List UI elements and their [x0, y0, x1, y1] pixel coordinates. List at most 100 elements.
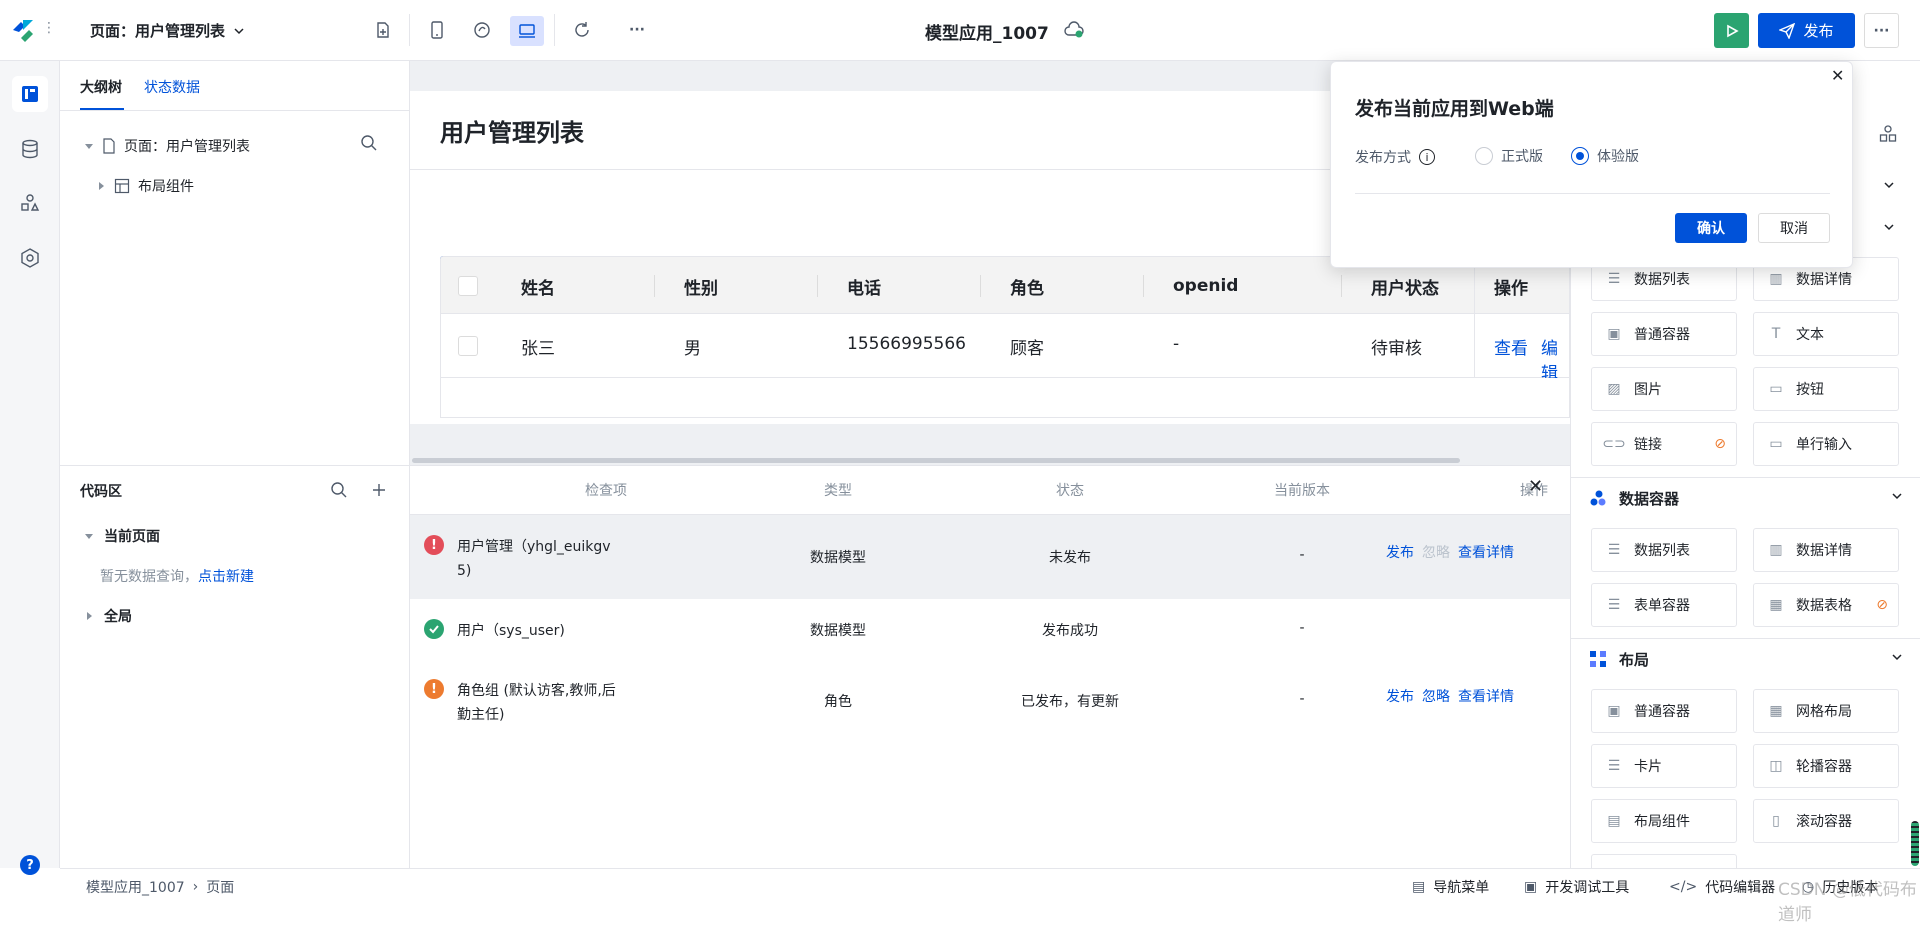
- unsupported-icon: ⊘: [1714, 436, 1726, 452]
- component-carousel[interactable]: ◫ 轮播容器: [1753, 744, 1899, 788]
- close-icon[interactable]: ✕: [1528, 476, 1543, 497]
- column-header[interactable]: 姓名: [521, 257, 555, 315]
- outline-panel-icon[interactable]: [12, 76, 48, 112]
- row-checkbox[interactable]: [458, 336, 478, 356]
- search-icon[interactable]: [330, 481, 348, 503]
- select-all-checkbox[interactable]: [458, 276, 478, 296]
- publish-check-panel: 检查项 类型 状态 当前版本 操作 ✕ ! 用户管理（yhgl_euikgv 5…: [410, 465, 1570, 868]
- component-form-container[interactable]: ☰ 表单容器: [1591, 583, 1737, 627]
- section-layout[interactable]: 布局: [1589, 644, 1909, 674]
- page-selector[interactable]: 页面：用户管理列表: [90, 20, 245, 41]
- horizontal-scrollbar[interactable]: [412, 458, 1460, 463]
- empty-hint-text: 暂无数据查询，: [100, 569, 198, 585]
- column-header[interactable]: openid: [1173, 257, 1238, 315]
- layout-section-icon: [1590, 651, 1606, 667]
- chevron-down-icon[interactable]: [1883, 221, 1895, 237]
- edit-link[interactable]: 编辑: [1541, 334, 1569, 384]
- component-button[interactable]: ▭ 按钮: [1753, 367, 1899, 411]
- radio-trial[interactable]: 体验版: [1571, 146, 1639, 166]
- debug-tool[interactable]: ▣ 开发调试工具: [1524, 877, 1629, 897]
- tree-node-page[interactable]: 页面：用户管理列表: [84, 136, 250, 156]
- components-icon[interactable]: [1879, 125, 1897, 147]
- component-container[interactable]: ▣ 普通容器: [1591, 312, 1737, 356]
- add-icon[interactable]: [370, 481, 388, 503]
- search-icon[interactable]: [360, 134, 378, 156]
- publish-button[interactable]: 发布: [1758, 13, 1855, 48]
- app-logo-icon[interactable]: [10, 17, 36, 43]
- input-icon: ▭: [1769, 436, 1783, 452]
- component-more[interactable]: [1591, 854, 1737, 868]
- nav-menu-tool[interactable]: ▤ 导航菜单: [1412, 877, 1489, 897]
- ignore-link[interactable]: 忽略: [1422, 542, 1450, 562]
- run-preview-button[interactable]: [1714, 13, 1749, 48]
- more-tools-icon[interactable]: ···: [625, 18, 649, 42]
- component-data-table[interactable]: ▦ 数据表格 ⊘: [1753, 583, 1899, 627]
- radio-button[interactable]: [1571, 147, 1589, 165]
- refresh-icon[interactable]: [570, 18, 594, 42]
- component-data-detail[interactable]: ▥ 数据详情: [1753, 528, 1899, 572]
- caret-down-icon: [85, 144, 93, 149]
- tree-node-label: 页面：用户管理列表: [124, 139, 250, 155]
- breadcrumb-app[interactable]: 模型应用_1007: [86, 877, 185, 897]
- cell-gender: 男: [684, 339, 701, 359]
- chevron-down-icon: [1892, 654, 1902, 661]
- list-icon: ☰: [1607, 271, 1621, 287]
- component-link[interactable]: ⊂⊃ 链接 ⊘: [1591, 422, 1737, 466]
- component-container[interactable]: ▣ 普通容器: [1591, 689, 1737, 733]
- add-page-icon[interactable]: [371, 18, 395, 42]
- card-icon: ☰: [1607, 758, 1621, 774]
- components-icon[interactable]: [12, 185, 48, 221]
- code-editor-tool[interactable]: </> 代码编辑器: [1669, 877, 1775, 897]
- caret-down-icon: [85, 534, 93, 539]
- view-details-link[interactable]: 查看详情: [1458, 686, 1514, 706]
- current-page-group[interactable]: 当前页面: [84, 526, 160, 546]
- mobile-view-icon[interactable]: [425, 18, 449, 42]
- component-label: 图片: [1634, 382, 1662, 398]
- database-icon[interactable]: [12, 131, 48, 167]
- column-header[interactable]: 电话: [847, 257, 881, 315]
- settings-hexagon-icon[interactable]: [12, 240, 48, 276]
- component-data-list[interactable]: ☰ 数据列表: [1591, 528, 1737, 572]
- view-details-link[interactable]: 查看详情: [1458, 542, 1514, 562]
- breadcrumb-page[interactable]: 页面: [206, 877, 234, 897]
- check-item-version: -: [1299, 547, 1305, 563]
- component-grid-layout[interactable]: ▦ 网格布局: [1753, 689, 1899, 733]
- create-query-link[interactable]: 点击新建: [198, 569, 254, 585]
- component-image[interactable]: ▨ 图片: [1591, 367, 1737, 411]
- radio-label: 正式版: [1501, 149, 1543, 165]
- component-label: 布局组件: [1634, 814, 1690, 830]
- component-text[interactable]: T 文本: [1753, 312, 1899, 356]
- form-icon: ☰: [1607, 597, 1621, 613]
- ignore-link[interactable]: 忽略: [1422, 686, 1450, 706]
- check-row: ! 用户管理（yhgl_euikgv 5) 数据模型 未发布 - 发布 忽略 查…: [410, 515, 1570, 599]
- radio-release[interactable]: 正式版: [1475, 146, 1543, 166]
- app-menu-icon[interactable]: ⋮: [42, 20, 56, 36]
- miniprogram-view-icon[interactable]: [470, 18, 494, 42]
- publish-link[interactable]: 发布: [1386, 686, 1414, 706]
- close-icon[interactable]: ✕: [1831, 66, 1844, 85]
- grid-icon: ▦: [1769, 703, 1783, 719]
- desktop-view-icon[interactable]: [510, 16, 544, 46]
- section-data-container[interactable]: 数据容器: [1589, 483, 1909, 513]
- component-layout[interactable]: ▤ 布局组件: [1591, 799, 1737, 843]
- tab-state-data[interactable]: 状态数据: [144, 77, 200, 97]
- more-menu-button[interactable]: ···: [1864, 13, 1899, 48]
- publish-link[interactable]: 发布: [1386, 542, 1414, 562]
- column-header[interactable]: 角色: [1010, 257, 1044, 315]
- tree-node-layout[interactable]: 布局组件: [96, 176, 194, 196]
- help-icon[interactable]: ?: [20, 855, 40, 875]
- tab-outline-tree[interactable]: 大纲树: [80, 77, 122, 97]
- component-input[interactable]: ▭ 单行输入: [1753, 422, 1899, 466]
- view-link[interactable]: 查看: [1494, 334, 1528, 359]
- info-icon[interactable]: i: [1419, 149, 1435, 165]
- component-scroll-container[interactable]: ▯ 滚动容器: [1753, 799, 1899, 843]
- column-header[interactable]: 性别: [684, 257, 718, 315]
- chevron-down-icon[interactable]: [1883, 179, 1895, 195]
- component-label: 数据列表: [1634, 272, 1690, 288]
- cancel-button[interactable]: 取消: [1758, 213, 1830, 243]
- component-card[interactable]: ☰ 卡片: [1591, 744, 1737, 788]
- confirm-button[interactable]: 确认: [1675, 213, 1747, 243]
- radio-button[interactable]: [1475, 147, 1493, 165]
- text-icon: T: [1771, 326, 1781, 342]
- global-group[interactable]: 全局: [84, 606, 132, 626]
